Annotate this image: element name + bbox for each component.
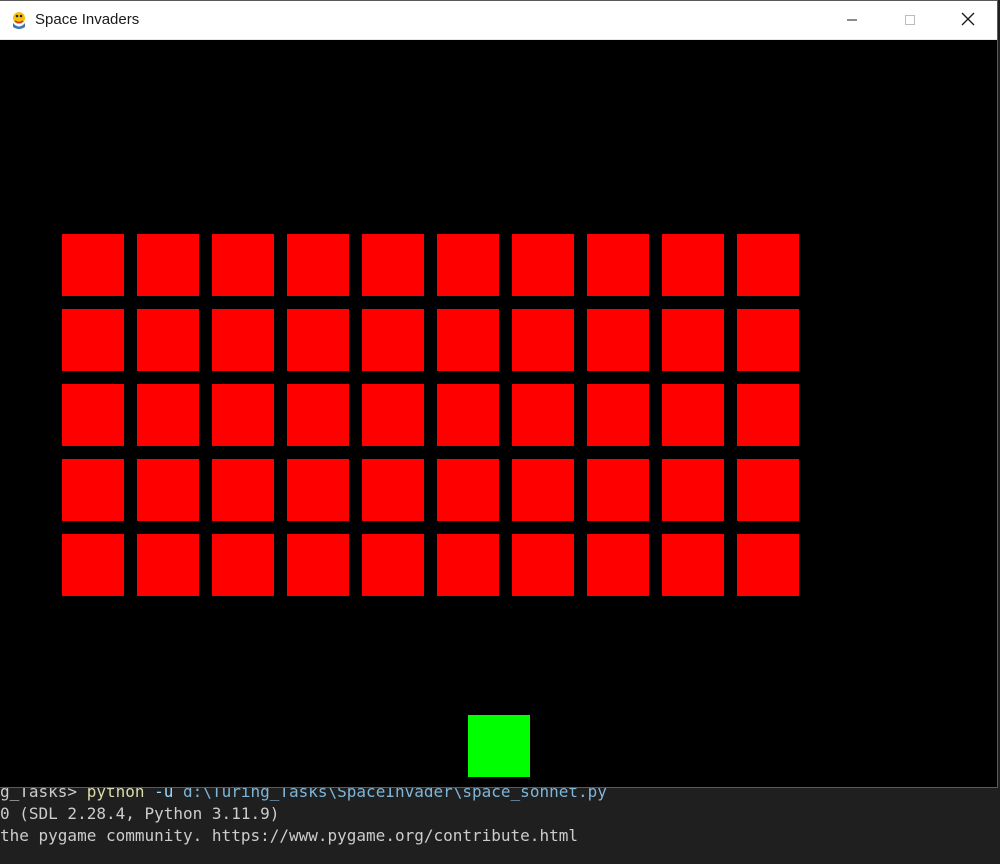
invader xyxy=(287,309,349,371)
maximize-icon xyxy=(904,11,916,30)
invader xyxy=(362,534,424,596)
invader xyxy=(587,459,649,521)
invader xyxy=(587,384,649,446)
invader xyxy=(587,534,649,596)
terminal-output-line: the pygame community. https://www.pygame… xyxy=(0,826,578,845)
invader xyxy=(287,534,349,596)
invader xyxy=(437,459,499,521)
invader xyxy=(212,534,274,596)
close-button[interactable] xyxy=(939,1,997,40)
invader xyxy=(62,534,124,596)
invader xyxy=(587,234,649,296)
invader xyxy=(287,234,349,296)
invader xyxy=(437,384,499,446)
invader xyxy=(212,459,274,521)
invader xyxy=(737,459,799,521)
invader xyxy=(437,534,499,596)
invader xyxy=(437,234,499,296)
invader xyxy=(362,309,424,371)
player-ship xyxy=(468,715,530,777)
maximize-button[interactable] xyxy=(881,1,939,40)
invader xyxy=(62,459,124,521)
invader xyxy=(137,234,199,296)
invader xyxy=(662,384,724,446)
terminal-output-line: 0 (SDL 2.28.4, Python 3.11.9) xyxy=(0,804,280,823)
invader xyxy=(212,384,274,446)
invader xyxy=(737,234,799,296)
window-title: Space Invaders xyxy=(35,11,140,28)
invader xyxy=(62,384,124,446)
invader xyxy=(437,309,499,371)
invader xyxy=(737,534,799,596)
invader xyxy=(512,534,574,596)
invader xyxy=(137,384,199,446)
invader xyxy=(212,234,274,296)
invader xyxy=(662,534,724,596)
invader xyxy=(137,534,199,596)
invader xyxy=(137,309,199,371)
invader xyxy=(62,309,124,371)
game-canvas[interactable] xyxy=(0,40,997,787)
invader xyxy=(662,234,724,296)
minimize-icon xyxy=(846,11,858,30)
invader xyxy=(512,384,574,446)
terminal-panel: g_Tasks> python -u d:\Turing_Tasks\Space… xyxy=(0,780,1000,864)
invader xyxy=(212,309,274,371)
python-snake-icon xyxy=(9,10,29,30)
invader xyxy=(737,384,799,446)
minimize-button[interactable] xyxy=(823,1,881,40)
invader xyxy=(512,234,574,296)
game-window: Space Invaders xyxy=(0,0,998,788)
invader xyxy=(737,309,799,371)
invader xyxy=(137,459,199,521)
invader xyxy=(362,384,424,446)
invader xyxy=(512,459,574,521)
invader xyxy=(587,309,649,371)
invader xyxy=(662,459,724,521)
invader xyxy=(662,309,724,371)
invader xyxy=(362,234,424,296)
invader xyxy=(287,459,349,521)
close-icon xyxy=(961,11,975,30)
invader xyxy=(362,459,424,521)
invader xyxy=(287,384,349,446)
invader xyxy=(62,234,124,296)
title-bar[interactable]: Space Invaders xyxy=(0,1,997,40)
invader xyxy=(512,309,574,371)
